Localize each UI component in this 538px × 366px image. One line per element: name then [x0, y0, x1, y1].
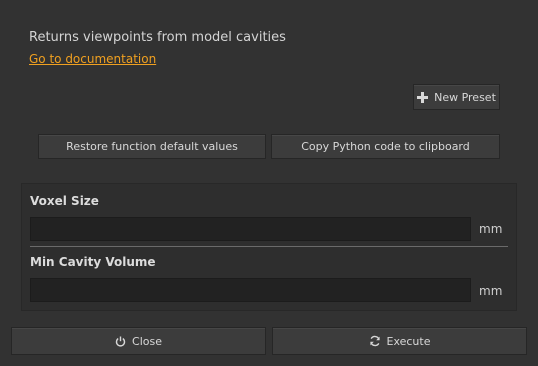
voxel-size-unit: mm	[479, 222, 503, 236]
restore-defaults-button[interactable]: Restore function default values	[38, 134, 266, 159]
voxel-size-input[interactable]	[30, 217, 471, 241]
close-label: Close	[132, 334, 162, 348]
power-icon	[115, 336, 126, 347]
function-description: Returns viewpoints from model cavities	[29, 30, 286, 45]
copy-python-button[interactable]: Copy Python code to clipboard	[271, 134, 500, 159]
refresh-icon	[369, 335, 381, 347]
copy-python-label: Copy Python code to clipboard	[301, 140, 470, 153]
execute-label: Execute	[386, 334, 431, 348]
plus-icon	[417, 91, 429, 103]
documentation-link[interactable]: Go to documentation	[29, 52, 156, 66]
new-preset-label: New Preset	[434, 90, 496, 104]
execute-button[interactable]: Execute	[272, 327, 527, 355]
min-cavity-volume-input[interactable]	[30, 278, 471, 302]
parameter-divider	[30, 246, 508, 247]
close-button[interactable]: Close	[11, 327, 266, 355]
min-cavity-volume-unit: mm	[479, 284, 503, 298]
new-preset-button[interactable]: New Preset	[413, 84, 500, 110]
voxel-size-label: Voxel Size	[30, 194, 99, 208]
min-cavity-volume-label: Min Cavity Volume	[30, 255, 156, 269]
restore-defaults-label: Restore function default values	[66, 140, 238, 153]
